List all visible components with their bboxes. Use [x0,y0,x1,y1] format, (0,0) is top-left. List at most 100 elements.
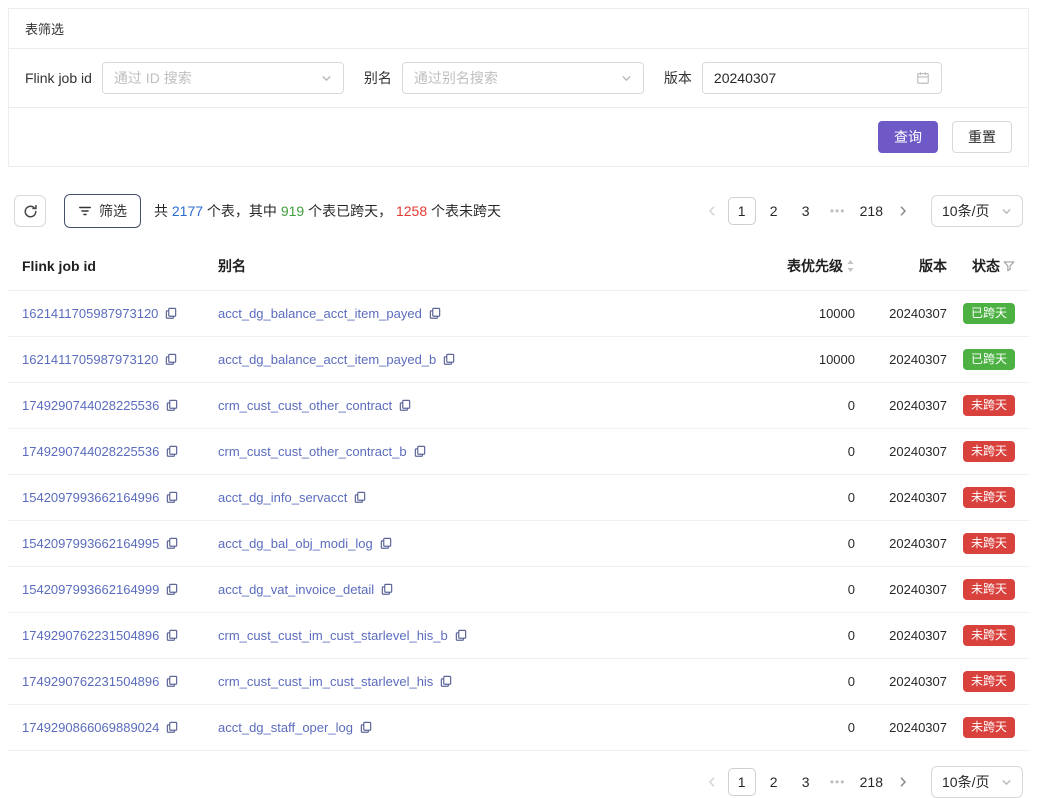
copy-icon[interactable] [166,583,178,595]
copy-icon[interactable] [380,537,392,549]
alias-link[interactable]: acct_dg_vat_invoice_detail [218,582,374,597]
filter-card-title: 表筛选 [9,9,1028,49]
query-button[interactable]: 查询 [878,121,938,153]
copy-icon[interactable] [166,721,178,733]
copy-icon[interactable] [166,629,178,641]
refresh-button[interactable] [14,195,46,227]
sort-carets-icon[interactable] [846,259,855,273]
copy-icon[interactable] [166,399,178,411]
page-button-last[interactable]: 218 [856,197,887,225]
prev-page-button[interactable] [698,768,726,796]
copy-icon[interactable] [360,721,372,733]
alias-link[interactable]: crm_cust_cust_other_contract [218,398,392,413]
status-badge: 未跨天 [963,441,1015,462]
page-size-select[interactable]: 10条/页 [931,766,1023,798]
header-version: 版本 [855,244,947,291]
priority-value: 0 [725,705,855,751]
copy-icon[interactable] [165,307,177,319]
version-value: 20240307 [855,475,947,521]
status-badge: 未跨天 [963,487,1015,508]
flink-job-id-link[interactable]: 1542097993662164999 [22,582,159,597]
status-badge: 未跨天 [963,625,1015,646]
flink-job-id-link[interactable]: 1749290744028225536 [22,398,159,413]
page-ellipsis[interactable]: ••• [824,768,852,796]
copy-icon[interactable] [455,629,467,641]
prev-page-button[interactable] [698,197,726,225]
priority-value: 10000 [725,291,855,337]
page-button-1[interactable]: 1 [728,768,756,796]
alias-select[interactable]: 通过别名搜索 [402,62,644,94]
alias-link[interactable]: acct_dg_bal_obj_modi_log [218,536,373,551]
refresh-icon [23,204,38,219]
alias-link[interactable]: acct_dg_staff_oper_log [218,720,353,735]
page-button-2[interactable]: 2 [760,768,788,796]
status-badge: 已跨天 [963,349,1015,370]
bottom-pagination: 1 2 3 ••• 218 10条/页 [698,766,1023,798]
filter-card: 表筛选 Flink job id 通过 ID 搜索 别名 通过别名搜索 版本 2… [8,8,1029,167]
alias-link[interactable]: crm_cust_cust_im_cust_starlevel_his_b [218,628,448,643]
copy-icon[interactable] [440,675,452,687]
alias-link[interactable]: acct_dg_balance_acct_item_payed [218,306,422,321]
chevron-down-icon [1001,777,1012,788]
summary-suffix: 个表未跨天 [427,203,501,219]
header-flink-job-id: Flink job id [8,244,204,291]
page-button-2[interactable]: 2 [760,197,788,225]
copy-icon[interactable] [166,537,178,549]
next-page-button[interactable] [889,768,917,796]
page-ellipsis[interactable]: ••• [824,197,852,225]
calendar-icon [916,71,930,85]
flink-job-id-link[interactable]: 1621411705987973120 [22,352,158,367]
page: 表筛选 Flink job id 通过 ID 搜索 别名 通过别名搜索 版本 2… [0,8,1037,775]
version-date-input[interactable]: 20240307 [702,62,942,94]
version-value: 20240307 [855,429,947,475]
summary-text: 共 2177 个表，其中 919 个表已跨天， 1258 个表未跨天 [154,201,501,221]
next-page-button[interactable] [889,197,917,225]
reset-button[interactable]: 重置 [952,121,1012,153]
filter-toggle-button[interactable]: 筛选 [64,194,141,228]
flink-job-id-link[interactable]: 1621411705987973120 [22,306,158,321]
copy-icon[interactable] [429,307,441,319]
flink-job-id-link[interactable]: 1749290744028225536 [22,444,159,459]
flink-job-id-link[interactable]: 1749290762231504896 [22,674,159,689]
copy-icon[interactable] [399,399,411,411]
table-header-row: Flink job id 别名 表优先级 版本 状态 [8,244,1029,291]
alias-link[interactable]: crm_cust_cust_im_cust_starlevel_his [218,674,433,689]
chevron-down-icon [1001,206,1012,217]
table-row: 1542097993662164995 acct_dg_bal_obj_modi… [8,521,1029,567]
copy-icon[interactable] [166,675,178,687]
page-button-1[interactable]: 1 [728,197,756,225]
page-button-3[interactable]: 3 [792,197,820,225]
copy-icon[interactable] [166,445,178,457]
flink-job-id-link[interactable]: 1749290762231504896 [22,628,159,643]
copy-icon[interactable] [354,491,366,503]
page-button-last[interactable]: 218 [856,768,887,796]
copy-icon[interactable] [165,353,177,365]
copy-icon[interactable] [443,353,455,365]
priority-value: 0 [725,475,855,521]
alias-link[interactable]: acct_dg_info_servacct [218,490,347,505]
alias-placeholder: 通过别名搜索 [414,68,621,88]
flink-job-id-link[interactable]: 1542097993662164996 [22,490,159,505]
copy-icon[interactable] [166,491,178,503]
alias-link[interactable]: crm_cust_cust_other_contract_b [218,444,407,459]
summary-mid2: 个表已跨天， [304,203,396,219]
summary-total-count: 2177 [172,203,203,219]
chevron-left-icon [706,776,718,788]
alias-link[interactable]: acct_dg_balance_acct_item_payed_b [218,352,436,367]
funnel-icon[interactable] [1003,260,1015,272]
flink-job-id-select[interactable]: 通过 ID 搜索 [102,62,344,94]
chevron-right-icon [897,205,909,217]
table-row: 1749290762231504896 crm_cust_cust_im_cus… [8,613,1029,659]
filter-toggle-label: 筛选 [99,201,127,221]
page-size-select[interactable]: 10条/页 [931,195,1023,227]
priority-value: 0 [725,613,855,659]
header-priority[interactable]: 表优先级 [725,244,855,291]
flink-job-id-link[interactable]: 1542097993662164995 [22,536,159,551]
flink-job-id-link[interactable]: 1749290866069889024 [22,720,159,735]
version-value: 20240307 [855,705,947,751]
summary-not-crossed-count: 1258 [396,203,427,219]
copy-icon[interactable] [414,445,426,457]
copy-icon[interactable] [381,583,393,595]
page-button-3[interactable]: 3 [792,768,820,796]
table-row: 1749290762231504896 crm_cust_cust_im_cus… [8,659,1029,705]
